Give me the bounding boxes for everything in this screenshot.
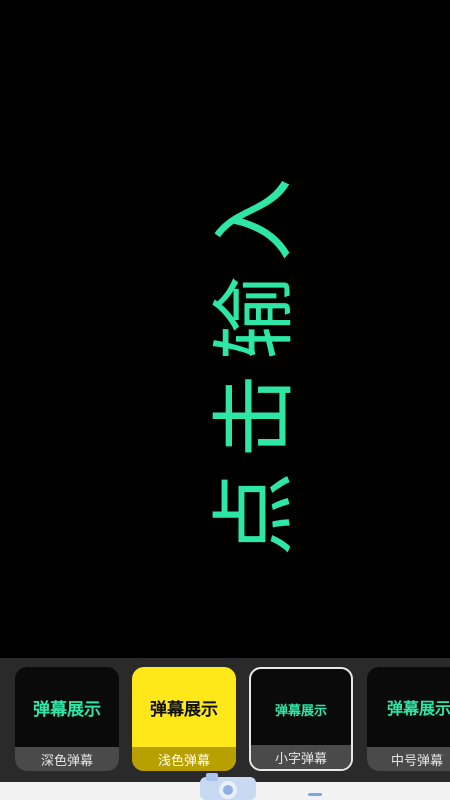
style-card-sample: 弹幕展示 <box>33 699 101 720</box>
style-card-medium[interactable]: 弹幕展示 中号弹幕 <box>367 667 450 771</box>
style-card-light[interactable]: 弹幕展示 浅色弹幕 <box>132 667 236 771</box>
style-card-label: 浅色弹幕 <box>132 747 236 771</box>
style-card-sample: 弹幕展示 <box>274 703 327 719</box>
style-card-sample: 弹幕展示 <box>150 699 218 720</box>
danmaku-preview[interactable]: 点击输入 <box>0 0 450 660</box>
style-card-dark[interactable]: 弹幕展示 深色弹幕 <box>15 667 119 771</box>
nav-indicator-icon <box>308 793 322 796</box>
style-card-label: 中号弹幕 <box>367 747 450 771</box>
style-card-sample: 弹幕展示 <box>387 699 450 718</box>
style-card-label: 深色弹幕 <box>15 747 119 771</box>
style-card-small-selected[interactable]: 弹幕展示 小字弹幕 <box>249 667 353 771</box>
preview-text[interactable]: 点击输入 <box>188 164 309 556</box>
camera-icon[interactable] <box>196 771 260 800</box>
style-card-label: 小字弹幕 <box>251 745 351 769</box>
